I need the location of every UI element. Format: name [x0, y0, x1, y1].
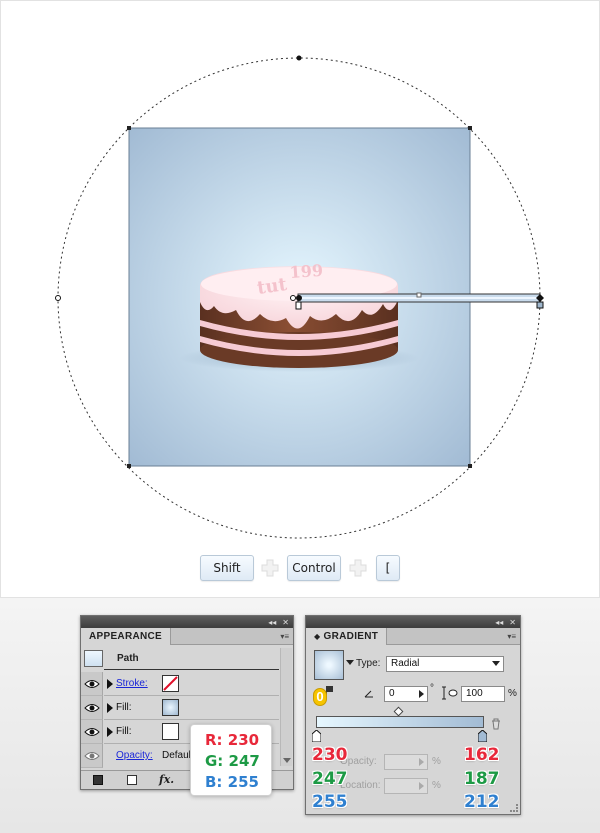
gradient-midpoint-icon[interactable] — [393, 706, 404, 717]
collapse-icon[interactable]: ◂◂ — [495, 618, 503, 627]
cake-illustration: tut 199 — [179, 261, 419, 372]
shift-key: Shift — [200, 555, 254, 581]
ellipse-handle-top[interactable] — [296, 55, 302, 61]
scroll-down-icon[interactable] — [283, 758, 291, 763]
gradient-preset-dropdown-icon[interactable] — [346, 660, 354, 665]
square-corner-tr[interactable] — [468, 126, 472, 130]
angle-unit: ° — [430, 683, 434, 694]
new-fill-icon[interactable] — [127, 775, 137, 785]
gradient-stop-right[interactable] — [477, 729, 488, 743]
square-corner-br[interactable] — [468, 464, 472, 468]
left-stop-r: 230 — [312, 745, 348, 765]
gradient-preview-swatch[interactable] — [314, 650, 344, 680]
plus-icon — [261, 559, 279, 577]
white-fill-swatch[interactable] — [162, 723, 179, 740]
angle-icon — [364, 689, 374, 698]
tab-arrows-icon: ◆ — [314, 632, 321, 641]
square-corner-bl[interactable] — [127, 464, 131, 468]
eye-icon[interactable] — [81, 744, 103, 768]
path-row[interactable]: Path — [81, 648, 293, 670]
eye-icon[interactable] — [81, 696, 103, 720]
stroke-row[interactable]: Stroke: — [81, 672, 293, 696]
left-stop-b: 255 — [312, 792, 348, 812]
right-stop-g: 187 — [464, 769, 500, 789]
stroke-none-swatch[interactable] — [162, 675, 179, 692]
bracket-key: [ — [376, 555, 400, 581]
location-input[interactable] — [384, 778, 428, 794]
scrollbar[interactable] — [280, 648, 292, 766]
callout-green: G: 247 — [205, 752, 260, 770]
callout-red: R: 230 — [205, 731, 260, 749]
fx-icon[interactable]: fx. — [159, 773, 174, 786]
callout-blue: B: 255 — [205, 773, 259, 791]
svg-text:199: 199 — [289, 261, 324, 282]
right-stop-r: 162 — [464, 745, 500, 765]
aspect-ratio-value: 100 — [466, 688, 483, 699]
left-stop-g: 247 — [312, 769, 348, 789]
path-label: Path — [117, 653, 139, 664]
plus-icon — [349, 559, 367, 577]
aspect-ratio-icon — [442, 686, 458, 700]
square-corner-tl[interactable] — [127, 126, 131, 130]
expand-triangle-icon[interactable] — [107, 727, 113, 737]
opacity-stepper-icon[interactable] — [419, 758, 424, 766]
location-unit: % — [432, 780, 441, 791]
fill-row-1[interactable]: Fill: — [81, 696, 293, 720]
gradient-panel: ◂◂ ✕ ◆ GRADIENT ▾≡ Type: Radial 0 0 ° 10… — [305, 615, 521, 815]
panel-title-bar[interactable]: ◂◂ ✕ — [81, 616, 293, 628]
stroke-label[interactable]: Stroke: — [116, 678, 148, 689]
opacity-input[interactable] — [384, 754, 428, 770]
gradient-stop-left[interactable] — [311, 729, 322, 743]
chevron-down-icon[interactable] — [492, 661, 500, 666]
panel-title-bar[interactable]: ◂◂ ✕ — [306, 616, 520, 628]
rgb-callout: R: 230 G: 247 B: 255 — [190, 724, 272, 796]
new-layer-icon[interactable] — [93, 775, 103, 785]
expand-triangle-icon[interactable] — [107, 679, 113, 689]
trash-icon[interactable] — [491, 718, 501, 730]
close-icon[interactable]: ✕ — [509, 618, 516, 627]
svg-text:tut: tut — [256, 274, 289, 299]
tab-gradient[interactable]: ◆ GRADIENT — [306, 628, 388, 645]
resize-grip-icon[interactable] — [510, 804, 518, 812]
aspect-ratio-input[interactable]: 100 — [461, 686, 505, 702]
angle-value: 0 — [389, 688, 395, 699]
gradient-slider[interactable] — [316, 716, 484, 728]
stop-index-badge: 0 — [313, 688, 327, 706]
annotator-stop-right — [536, 301, 544, 309]
panel-menu-icon[interactable]: ▾≡ — [507, 632, 516, 641]
right-stop-b: 212 — [464, 792, 500, 812]
opacity-unit: % — [432, 756, 441, 767]
tab-gradient-label: GRADIENT — [323, 631, 379, 642]
tab-appearance[interactable]: APPEARANCE — [81, 628, 172, 645]
annotator-stop-left — [295, 301, 302, 310]
aspect-ratio-unit: % — [508, 688, 517, 699]
control-key: Control — [287, 555, 341, 581]
type-label: Type: — [356, 658, 381, 669]
eye-icon[interactable] — [81, 672, 103, 696]
ellipse-handle-left[interactable] — [55, 295, 61, 301]
close-icon[interactable]: ✕ — [282, 618, 289, 627]
angle-stepper-icon[interactable] — [419, 690, 424, 698]
panel-menu-icon[interactable]: ▾≡ — [280, 632, 289, 641]
artboard-canvas: tut 199 — [55, 55, 544, 539]
gradient-fill-swatch[interactable] — [162, 699, 179, 716]
type-select[interactable]: Radial — [386, 656, 504, 672]
type-value: Radial — [391, 658, 420, 669]
eye-icon[interactable] — [81, 720, 103, 744]
angle-input[interactable]: 0 — [384, 686, 428, 702]
fill-label: Fill: — [116, 726, 132, 737]
opacity-label[interactable]: Opacity: — [116, 750, 153, 761]
fill-label: Fill: — [116, 702, 132, 713]
path-thumbnail — [84, 650, 103, 667]
opacity-value: Defaul — [162, 750, 191, 761]
collapse-icon[interactable]: ◂◂ — [268, 618, 276, 627]
location-stepper-icon[interactable] — [419, 782, 424, 790]
expand-triangle-icon[interactable] — [107, 703, 113, 713]
